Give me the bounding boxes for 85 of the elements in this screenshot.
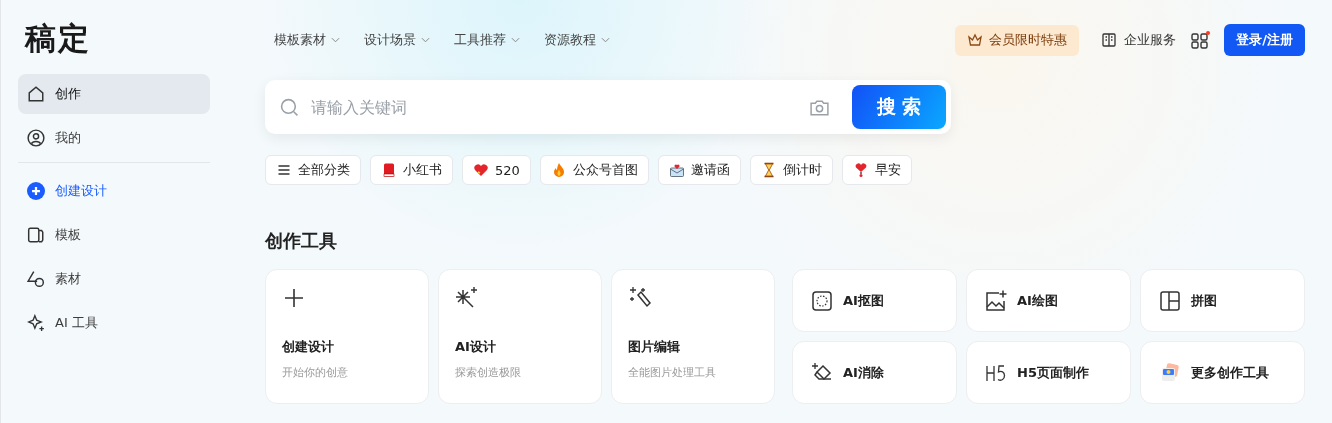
chip-label: 邀请函	[690, 161, 730, 179]
chevron-down-icon	[331, 37, 340, 43]
chip-label: 全部分类	[298, 161, 350, 179]
category-chip[interactable]: 公众号首图	[539, 155, 649, 185]
template-icon	[27, 226, 45, 244]
sidebar-item[interactable]: 模板	[18, 215, 210, 255]
tool-card[interactable]: 拼图	[1140, 269, 1305, 332]
book-icon	[381, 162, 397, 178]
category-chip[interactable]: 早安	[841, 155, 912, 185]
sidebar-label: 创作	[55, 85, 81, 103]
search-field[interactable]: 请输入关键词 搜 索	[265, 80, 951, 134]
tool-subtitle: 探索创造极限	[455, 365, 522, 380]
category-chip[interactable]: 全部分类	[265, 155, 361, 185]
chip-label: 520	[495, 162, 520, 178]
tool-label: AI消除	[843, 363, 884, 382]
nav-menu[interactable]: 模板素材	[274, 31, 340, 49]
tool-label: AI抠图	[843, 291, 884, 310]
enterprise-label: 企业服务	[1124, 31, 1177, 49]
layout-icon	[1159, 289, 1181, 312]
tool-card[interactable]: 创建设计 开始你的创意	[265, 269, 429, 404]
tool-card[interactable]: 图片编辑 全能图片处理工具	[611, 269, 775, 404]
promo-button[interactable]: 会员限时特惠	[955, 24, 1080, 56]
heart-icon	[473, 162, 489, 178]
chip-label: 公众号首图	[572, 161, 638, 179]
tool-label: 更多创作工具	[1191, 363, 1269, 382]
sidebar-label: 素材	[55, 270, 81, 288]
sparkle-wand-icon	[455, 286, 479, 310]
sparkle-icon	[27, 314, 45, 332]
sidebar-label: 创建设计	[55, 182, 107, 200]
tool-title: 创建设计	[282, 338, 335, 356]
sidebar-label: 我的	[55, 129, 81, 147]
tool-card[interactable]: 更多创作工具	[1140, 341, 1305, 404]
tool-label: 拼图	[1191, 291, 1217, 310]
sidebar-item[interactable]: 创建设计	[18, 171, 210, 211]
tool-card[interactable]: AI绘图	[966, 269, 1131, 332]
sidebar-item[interactable]: 我的	[18, 118, 210, 158]
login-button[interactable]: 登录/注册	[1224, 24, 1305, 56]
apps-icon[interactable]	[1190, 31, 1211, 49]
magic-wand-icon	[628, 286, 652, 310]
plus-icon	[282, 286, 306, 310]
category-chip[interactable]: 邀请函	[657, 155, 741, 185]
chevron-down-icon	[601, 37, 610, 43]
chip-label: 早安	[874, 161, 901, 179]
tool-title: AI设计	[455, 338, 497, 356]
search-button[interactable]: 搜 索	[852, 85, 946, 129]
chevron-down-icon	[511, 37, 520, 43]
tool-card[interactable]: AI消除	[792, 341, 957, 404]
nav-menu[interactable]: 设计场景	[364, 31, 430, 49]
promo-label: 会员限时特惠	[989, 31, 1068, 49]
category-chip[interactable]: 倒计时	[749, 155, 833, 185]
category-chip[interactable]: 小红书	[370, 155, 453, 185]
tool-label: H5页面制作	[1017, 363, 1089, 382]
sidebar-item[interactable]: 素材	[18, 259, 210, 299]
sidebar-label: 模板	[55, 226, 81, 244]
menu-icon	[276, 162, 292, 178]
tool-card[interactable]: H5页面制作	[966, 341, 1131, 404]
sidebar-label: AI 工具	[55, 314, 98, 332]
search-icon	[280, 97, 299, 117]
enterprise-link[interactable]: 企业服务	[1101, 31, 1177, 49]
tool-subtitle: 开始你的创意	[282, 365, 349, 380]
photos-icon	[1159, 361, 1181, 384]
nav-menu[interactable]: 资源教程	[544, 31, 610, 49]
user-icon	[27, 129, 45, 147]
cutout-icon	[811, 289, 833, 312]
crown-icon	[967, 32, 984, 48]
tool-label: AI绘图	[1017, 291, 1058, 310]
section-title: 创作工具	[265, 229, 338, 253]
tool-card[interactable]: AI抠图	[792, 269, 957, 332]
tool-title: 图片编辑	[628, 338, 681, 356]
envelope-icon	[668, 162, 685, 178]
home-icon	[27, 85, 45, 103]
logo[interactable]: 稿定	[18, 18, 210, 56]
building-icon	[1101, 32, 1118, 48]
nav-menu[interactable]: 工具推荐	[454, 31, 520, 49]
chip-label: 倒计时	[782, 161, 822, 179]
camera-icon[interactable]	[809, 97, 830, 117]
category-chip[interactable]: 520	[462, 155, 531, 185]
tool-subtitle: 全能图片处理工具	[628, 365, 717, 380]
sidebar-item[interactable]: AI 工具	[18, 303, 210, 343]
image-sparkle-icon	[985, 289, 1007, 312]
shapes-icon	[27, 270, 45, 288]
tool-card[interactable]: AI设计 探索创造极限	[438, 269, 602, 404]
chevron-down-icon	[421, 37, 430, 43]
chip-label: 小红书	[403, 161, 442, 179]
sidebar-item[interactable]: 创作	[18, 74, 210, 114]
